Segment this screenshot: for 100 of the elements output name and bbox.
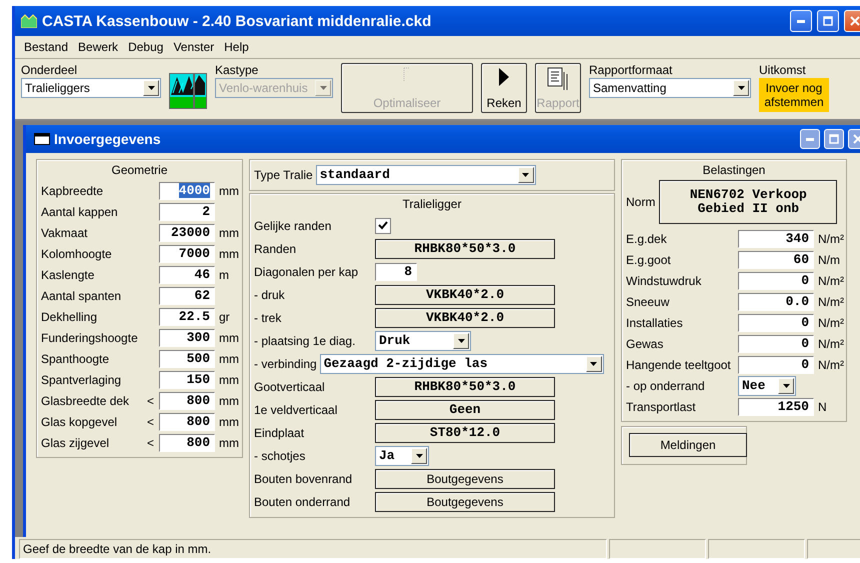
dotted-line-icon	[403, 67, 411, 83]
unit-label: m	[218, 268, 230, 282]
field-label: - schotjes	[254, 448, 306, 462]
minimize-icon	[806, 138, 814, 140]
field-label: Aantal spanten	[41, 288, 122, 302]
unit-label: N	[817, 400, 828, 414]
field-label: Randen	[254, 242, 298, 256]
menu-item[interactable]: Help	[219, 40, 254, 54]
checkbox[interactable]	[375, 218, 391, 234]
dropdown[interactable]: Druk	[375, 330, 471, 350]
field-label: Kaslengte	[41, 268, 96, 282]
input-field[interactable]: 2	[159, 202, 215, 220]
field-label: Vakmaat	[41, 226, 88, 240]
unit-label: mm	[218, 184, 239, 198]
menu-item[interactable]: Bestand	[19, 40, 74, 54]
dropdown[interactable]: Tralieliggers	[21, 78, 161, 98]
close-button[interactable]	[844, 10, 860, 32]
unit-label: N/m²	[817, 358, 844, 372]
input-field[interactable]: 340	[738, 230, 814, 248]
unit-label: gr	[218, 310, 231, 324]
input-field[interactable]: 62	[159, 286, 215, 304]
details-button[interactable]: Boutgegevens	[375, 492, 555, 512]
input-field[interactable]: 7000	[159, 244, 215, 262]
field-label: Gewas	[626, 336, 664, 350]
field-label: Norm	[626, 195, 656, 209]
input-field[interactable]: 500	[159, 350, 215, 368]
field-label: Glas kopgevel	[41, 414, 118, 428]
play-icon	[498, 67, 510, 87]
unit-label: mm	[218, 246, 239, 260]
field-label: Dekhelling	[41, 310, 98, 324]
profile-button[interactable]: RHBK80*50*3.0	[375, 238, 555, 258]
input-field[interactable]: 1250	[738, 398, 814, 416]
norm-button[interactable]: NEN6702 Verkoop Gebied II onb	[659, 180, 838, 224]
maximize-button[interactable]	[817, 10, 839, 32]
field-label: Kolomhoogte	[41, 246, 113, 260]
unit-label: mm	[218, 352, 239, 366]
dropdown-arrow-icon	[320, 86, 326, 90]
panel-title: Geometrie	[111, 163, 168, 177]
less-than-sign: <	[147, 394, 156, 408]
maximize-icon	[823, 16, 833, 26]
input-field[interactable]: 8	[375, 262, 417, 280]
input-field[interactable]: 0	[738, 272, 814, 290]
input-field[interactable]: 4000	[159, 182, 215, 200]
field-label: Transportlast	[626, 400, 697, 414]
dropdown[interactable]: Gezaagd 2-zijdige las	[320, 354, 604, 374]
details-button[interactable]: Boutgegevens	[375, 468, 555, 488]
input-field[interactable]: 150	[159, 370, 215, 388]
field-label: - plaatsing 1e diag.	[254, 334, 356, 348]
profile-button[interactable]: VKBK40*2.0	[375, 308, 555, 328]
status-badge: Invoer nog afstemmen	[759, 78, 829, 112]
field-label: - verbinding	[254, 356, 318, 370]
field-label: Type Tralie	[254, 168, 314, 182]
menu-item[interactable]: Venster	[168, 40, 220, 54]
profile-button[interactable]: VKBK40*2.0	[375, 284, 555, 304]
dropdown[interactable]: Ja	[375, 446, 429, 466]
messages-button[interactable]: Meldingen	[629, 433, 747, 457]
minimize-button[interactable]	[800, 129, 820, 149]
unit-label: mm	[218, 226, 239, 240]
dropdown[interactable]: Samenvatting	[589, 78, 751, 98]
dropdown[interactable]: Nee	[738, 376, 796, 396]
menu-item[interactable]: Bewerk	[73, 40, 124, 54]
input-field[interactable]: 300	[159, 328, 215, 346]
input-field[interactable]: 22.5	[159, 308, 215, 326]
input-field[interactable]: 23000	[159, 224, 215, 242]
profile-button[interactable]: ST80*12.0	[375, 422, 555, 442]
dropdown-arrow-icon	[458, 338, 464, 342]
input-field[interactable]: 46	[159, 266, 215, 284]
input-field[interactable]: 800	[159, 434, 215, 452]
document-icon	[547, 67, 569, 91]
dropdown[interactable]: standaard	[316, 164, 536, 184]
input-field[interactable]: 0	[738, 314, 814, 332]
profile-button[interactable]: Geen	[375, 400, 555, 420]
status-text: Geef de breedte van de kap in mm.	[19, 539, 607, 559]
profile-button[interactable]: RHBK80*50*3.0	[375, 376, 555, 396]
field-label: - op onderrand	[626, 378, 706, 392]
input-field[interactable]: 0	[738, 334, 814, 352]
field-label: Kastype	[215, 63, 260, 77]
field-label: Windstuwdruk	[626, 274, 702, 288]
menu-item[interactable]: Debug	[123, 40, 168, 54]
toolbar-button[interactable]: Reken	[481, 63, 527, 113]
greenhouse-icon	[21, 14, 37, 28]
maximize-button[interactable]	[824, 129, 844, 149]
input-field[interactable]: 800	[159, 392, 215, 410]
unit-label: mm	[218, 394, 239, 408]
dropdown-arrow-icon	[416, 454, 422, 458]
dropdown-arrow-icon	[738, 86, 744, 90]
input-field[interactable]: 0.0	[738, 292, 814, 310]
input-field[interactable]: 800	[159, 412, 215, 430]
maximize-icon	[829, 134, 839, 144]
panel-title: Tralieligger	[402, 197, 462, 211]
field-label: Uitkomst	[759, 63, 807, 77]
field-label: Spantverlaging	[41, 372, 122, 386]
unit-label: mm	[218, 436, 239, 450]
minimize-button[interactable]	[790, 10, 812, 32]
check-icon	[378, 221, 388, 230]
unit-label: mm	[218, 330, 239, 344]
field-label: Funderingshoogte	[41, 330, 139, 344]
input-field[interactable]: 60	[738, 250, 814, 268]
input-field[interactable]: 0	[738, 356, 814, 374]
unit-label: N/m²	[817, 294, 844, 308]
